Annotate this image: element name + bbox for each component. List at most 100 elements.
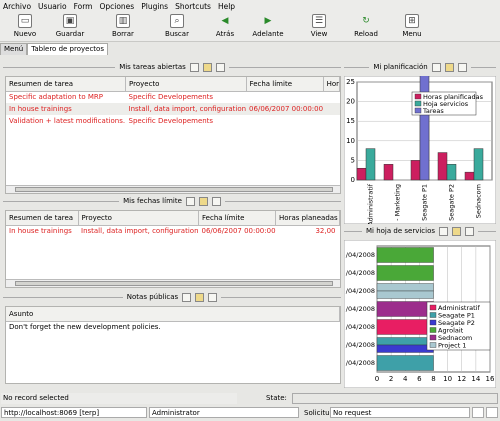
y-tick-label: 15 — [346, 117, 355, 125]
bar — [376, 355, 434, 371]
y-tick-label: /04/2008 — [346, 287, 375, 295]
adelante-button[interactable]: ▶ Adelante — [243, 14, 293, 38]
y-tick-label: 25 — [346, 78, 355, 86]
planning-panel: Mi planificación 0 5 10 15 20 25 Administratif… — [344, 62, 496, 224]
bar — [376, 283, 434, 292]
user-field: Administrator — [149, 407, 299, 418]
deadlines-table: Resumen de tarea Proyecto Fecha límite Hora… — [5, 210, 341, 288]
deadlines-title: Mis fechas límite — [123, 197, 182, 205]
reload-icon: ↻ — [362, 16, 370, 26]
col-header[interactable]: Horas planeadas — [275, 211, 340, 226]
bar — [410, 160, 421, 181]
tab-menu[interactable]: Menú — [0, 43, 28, 55]
horizontal-scrollbar[interactable] — [6, 185, 340, 193]
table-row[interactable]: Specific adaptation to MRP Specific Devel… — [6, 91, 340, 103]
menu-plugins[interactable]: Plugins — [141, 2, 168, 11]
reload-button[interactable]: ↻ Reload — [341, 14, 391, 38]
table-row[interactable]: In house trainings Install, data import, … — [6, 225, 340, 237]
guardar-button[interactable]: ▣ Guardar — [45, 14, 95, 38]
list-icon[interactable] — [457, 62, 467, 72]
list-icon[interactable] — [211, 196, 221, 206]
back-arrow-icon: ◀ — [221, 16, 229, 26]
state-field — [292, 392, 498, 404]
col-header[interactable]: Fecha límite — [246, 77, 324, 92]
request-open-button[interactable] — [472, 407, 484, 418]
request-field: No request — [330, 407, 470, 418]
zoom-icon[interactable] — [439, 226, 449, 236]
request-new-button[interactable] — [486, 407, 498, 418]
menu-help[interactable]: Help — [218, 2, 235, 11]
y-tick-label: 10 — [346, 137, 355, 145]
bar — [383, 164, 394, 181]
folder-icon[interactable] — [202, 62, 212, 72]
col-header[interactable]: Proyecto — [125, 77, 247, 92]
buscar-button[interactable]: ⌕ Buscar — [152, 14, 202, 38]
menu-icon: ⊞ — [405, 14, 419, 28]
bar — [464, 171, 475, 181]
horizontal-scrollbar[interactable] — [6, 279, 340, 287]
services-title: Mi hoja de servicios — [366, 227, 436, 235]
trash-icon: ▥ — [116, 14, 130, 28]
menu-shortcuts[interactable]: Shortcuts — [175, 2, 211, 11]
x-tick-label: - Marketing — [394, 184, 402, 221]
server-field: http://localhost:8069 [terp] — [1, 407, 147, 418]
col-header[interactable]: Resumen de tarea — [6, 211, 79, 226]
open-tasks-table: Resumen de tarea Proyecto Fecha límite Hor … — [5, 76, 341, 194]
table-row[interactable]: In house trainings Install, data import, … — [6, 103, 340, 115]
col-header[interactable]: Proyecto — [78, 211, 200, 226]
y-tick-label: /04/2008 — [346, 269, 375, 277]
y-tick-label: 5 — [351, 156, 355, 164]
legend-swatch — [414, 107, 422, 114]
deadlines-panel: Mis fechas límite Resumen de tarea Proyec… — [3, 196, 341, 288]
folder-icon[interactable] — [452, 226, 462, 236]
bar — [473, 148, 484, 181]
col-header[interactable]: Asunto — [6, 307, 340, 322]
planning-chart: 0 5 10 15 20 25 Administratif - Marketing Seagat… — [344, 76, 496, 224]
notes-title: Notas públicas — [126, 293, 179, 301]
menu-usuario[interactable]: Usuario — [38, 2, 67, 11]
menu-opciones[interactable]: Opciones — [99, 2, 134, 11]
notes-panel: Notas públicas Asunto Don't forget the n… — [3, 292, 341, 384]
list-icon[interactable] — [465, 226, 475, 236]
x-tick-label: 16 — [486, 375, 495, 383]
x-tick-label: 2 — [389, 375, 393, 383]
view-button[interactable]: ☰ View — [294, 14, 344, 38]
notes-header: Notas públicas — [3, 292, 341, 302]
menu-form[interactable]: Form — [74, 2, 93, 11]
open-tasks-header: Mis tareas abiertas — [3, 62, 342, 72]
table-row[interactable]: Don't forget the new development policie… — [6, 321, 340, 333]
view-icon: ☰ — [312, 14, 326, 28]
zoom-icon[interactable] — [189, 62, 199, 72]
legend-swatch — [429, 304, 437, 311]
tab-strip: Menú Tablero de proyectos — [0, 43, 108, 55]
legend-swatch — [429, 327, 437, 333]
folder-icon[interactable] — [195, 292, 205, 302]
planning-header: Mi planificación — [344, 62, 496, 72]
bar — [376, 319, 434, 335]
col-header[interactable]: Hor — [323, 77, 341, 92]
nuevo-button[interactable]: ▭ Nuevo — [0, 14, 50, 38]
menu-archivo[interactable]: Archivo — [3, 2, 31, 11]
x-tick-label: Administratif — [367, 183, 375, 224]
bar — [376, 301, 434, 317]
planning-title: Mi planificación — [373, 63, 428, 71]
zoom-icon[interactable] — [182, 292, 192, 302]
bar — [437, 152, 448, 181]
zoom-icon[interactable] — [431, 62, 441, 72]
bar — [365, 148, 376, 181]
tab-tablero[interactable]: Tablero de proyectos — [27, 43, 108, 55]
list-icon[interactable] — [208, 292, 218, 302]
folder-icon[interactable] — [198, 196, 208, 206]
list-icon[interactable] — [215, 62, 225, 72]
folder-icon[interactable] — [444, 62, 454, 72]
notes-table: Asunto Don't forget the new development … — [5, 306, 341, 384]
zoom-icon[interactable] — [185, 196, 195, 206]
menu-button[interactable]: ⊞ Menu — [387, 14, 437, 38]
x-tick-label: Sednacom — [475, 184, 483, 218]
borrar-button[interactable]: ▥ Borrar — [98, 14, 148, 38]
col-header[interactable]: Fecha límite — [198, 211, 277, 226]
table-row[interactable]: Validation + latest modifications. Specif… — [6, 115, 340, 127]
col-header[interactable]: Resumen de tarea — [6, 77, 127, 92]
search-icon: ⌕ — [170, 14, 184, 28]
bar — [376, 290, 434, 299]
